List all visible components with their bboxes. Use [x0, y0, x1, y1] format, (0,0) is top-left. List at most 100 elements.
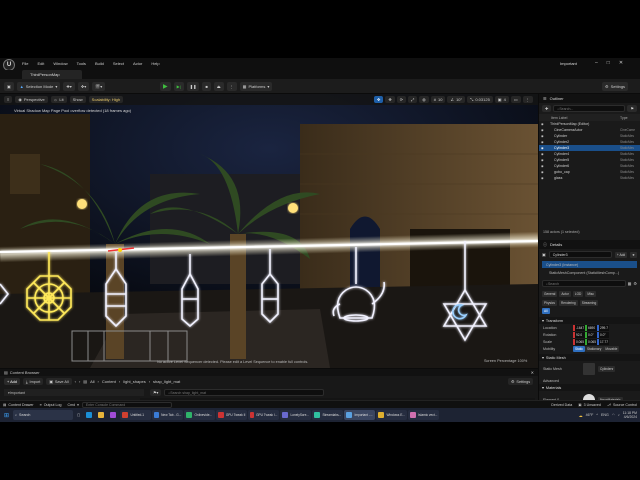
filter-misc[interactable]: Misc	[585, 291, 596, 297]
scale-y[interactable]: 0.065	[585, 338, 597, 345]
visibility-eye-icon[interactable]: ◉	[539, 164, 546, 168]
breadcrumb-shap-light-mat[interactable]: shap_light_mat	[153, 379, 180, 384]
mesh-thumbnail[interactable]	[583, 363, 595, 375]
transform-section[interactable]: ▾ Transform	[539, 317, 640, 324]
cmd-button[interactable]: Cmd ▾	[64, 402, 81, 408]
cb-search-input[interactable]: ⌕ Search shap_light_mat	[164, 389, 325, 396]
component-instance-row[interactable]: Cylinder3 (Instance)	[542, 261, 637, 268]
scale-x[interactable]: 0.065	[573, 338, 585, 345]
close-icon[interactable]: ✕	[619, 60, 623, 66]
static-mesh-section[interactable]: ▾ Static Mesh	[539, 354, 640, 361]
filter-general[interactable]: General	[542, 291, 558, 297]
taskbar-app-button[interactable]: Islamic vect...	[408, 410, 440, 420]
menu-actor[interactable]: Actor	[133, 61, 142, 66]
outliner-item[interactable]: ◉ glass StaticMes	[539, 175, 640, 181]
menu-file[interactable]: File	[22, 61, 28, 66]
taskbar-app-button[interactable]: GPU Tweak I...	[248, 410, 280, 420]
taskbar-app-button[interactable]: Streamlabs...	[312, 410, 344, 420]
camera-speed-button[interactable]: ▣ 4	[494, 96, 509, 103]
close-icon[interactable]: ✕	[531, 370, 538, 375]
scale-snap-button[interactable]: ⤡ 0.03125	[467, 96, 493, 103]
outliner-col-type[interactable]: Type	[620, 116, 640, 120]
source-control-button[interactable]: ⎇ Source Control	[604, 402, 640, 408]
visibility-eye-icon[interactable]: ◉	[539, 152, 546, 156]
settings-button[interactable]: ⚙ Settings	[602, 82, 629, 91]
rotation-z[interactable]: 0.0°	[597, 331, 609, 338]
volume-icon[interactable]: ♪	[618, 413, 620, 417]
cb-save-all-button[interactable]: ▣ Save All	[46, 378, 72, 385]
actor-name-field[interactable]: Cylinder3	[548, 251, 612, 258]
content-drawer-button[interactable]: ▤ Content Drawer	[0, 402, 37, 408]
scale-icon[interactable]: ⤢	[408, 96, 418, 103]
console-input[interactable]: Enter Console Command	[81, 401, 172, 408]
menu-edit[interactable]: Edit	[37, 61, 44, 66]
filter-streaming[interactable]: Streaming	[579, 300, 599, 306]
nav-forward-icon[interactable]: ›	[79, 379, 80, 384]
show-button[interactable]: Show	[69, 96, 86, 103]
scale-z[interactable]: 17.77	[597, 338, 609, 345]
taskbar-app-button[interactable]: New Tab - G...	[152, 410, 184, 420]
taskbar-app-button[interactable]: GPU Tweak II	[216, 410, 248, 420]
visibility-eye-icon[interactable]: ◉	[539, 176, 546, 180]
visibility-eye-icon[interactable]: ◉	[539, 140, 546, 144]
cb-settings-button[interactable]: ⚙ Settings	[508, 378, 534, 385]
viewport-menu-icon[interactable]: ⋮	[522, 96, 533, 103]
filter-rendering[interactable]: Rendering	[558, 300, 578, 306]
filter-lod[interactable]: LOD	[572, 291, 584, 297]
rotate-icon[interactable]: ⟳	[396, 96, 407, 103]
menu-help[interactable]: Help	[151, 61, 159, 66]
breadcrumb-all[interactable]: All	[90, 379, 94, 384]
task-view-icon[interactable]: ▢	[75, 410, 82, 420]
weather-icon[interactable]: ☁	[579, 413, 583, 418]
mobility-movable[interactable]: Movable	[603, 345, 620, 352]
content-browser-tab[interactable]: Content Browser	[8, 370, 40, 375]
favorites-row[interactable]: ▾ Important	[4, 389, 144, 396]
mode-select-button[interactable]: ▲ Selection Mode ▾	[16, 82, 61, 91]
blueprint-icon[interactable]: ❖	[630, 251, 637, 258]
level-viewport[interactable]: ≡ ◉ Perspective ☼ Lit Show Scalability: Hi…	[0, 94, 538, 368]
platforms-button[interactable]: ▦ Platforms ▾	[239, 82, 273, 91]
blueprint-button[interactable]: ❖▾	[77, 82, 90, 91]
perspective-button[interactable]: ◉ Perspective	[15, 96, 48, 103]
add-component-button[interactable]: + Add	[614, 251, 628, 258]
location-y[interactable]: 6690	[585, 324, 597, 331]
language[interactable]: ENG	[601, 413, 609, 417]
unsaved-button[interactable]: ▣ 3 Unsaved	[575, 402, 604, 408]
taskbar-search[interactable]: ⌕ Search	[13, 410, 74, 420]
breadcrumb-content[interactable]: Content	[102, 379, 116, 384]
scalability-button[interactable]: Scalability: High	[88, 96, 124, 103]
windows-start-icon[interactable]: ⊞	[2, 410, 11, 420]
taskbar-app-button[interactable]: Windows E...	[376, 410, 408, 420]
menu-tools[interactable]: Tools	[77, 61, 86, 66]
cb-import-button[interactable]: ⤓ Import	[22, 378, 44, 385]
stop-icon[interactable]: ■	[202, 82, 211, 91]
derived-data-button[interactable]: Derived Data	[548, 402, 575, 408]
taskbar-app-button[interactable]: Important -...	[344, 410, 376, 420]
nav-back-icon[interactable]: ‹	[75, 379, 76, 384]
wifi-icon[interactable]: ◠	[612, 413, 615, 417]
filter-icon[interactable]: ⚑	[627, 105, 637, 112]
pause-icon[interactable]: ❚❚	[186, 82, 200, 91]
visibility-eye-icon[interactable]: ◉	[539, 170, 546, 174]
static-mesh-dropdown[interactable]: Cylinder ▾	[598, 366, 616, 372]
skip-icon[interactable]: ▶|	[173, 82, 184, 91]
viewport-options-icon[interactable]: ≡	[4, 96, 13, 103]
store-icon[interactable]	[108, 410, 118, 420]
save-icon[interactable]: ▣	[4, 82, 14, 91]
rotation-y[interactable]: 0.0°	[585, 331, 597, 338]
breadcrumb-light-shapes[interactable]: light_shapes	[123, 379, 145, 384]
menu-window[interactable]: Window	[53, 61, 67, 66]
maximize-viewport-icon[interactable]: ▭	[510, 96, 521, 103]
angle-snap-button[interactable]: ∠ 10°	[447, 96, 466, 103]
cinematics-button[interactable]: 🎬▾	[92, 82, 106, 91]
output-log-button[interactable]: ≡ Output Log	[37, 402, 65, 408]
advanced-row[interactable]: Advanced	[539, 377, 640, 384]
outliner-col-label[interactable]: Item Label	[543, 116, 620, 120]
lit-button[interactable]: ☼ Lit	[50, 96, 67, 103]
mobility-static[interactable]: Static	[573, 345, 585, 352]
filter-physics[interactable]: Physics	[542, 300, 557, 306]
visibility-eye-icon[interactable]: ◉	[539, 146, 546, 150]
cb-add-button[interactable]: + Add	[4, 378, 20, 385]
gear-icon[interactable]: ⚙	[633, 281, 637, 286]
rotation-x[interactable]: 92.0	[573, 331, 585, 338]
